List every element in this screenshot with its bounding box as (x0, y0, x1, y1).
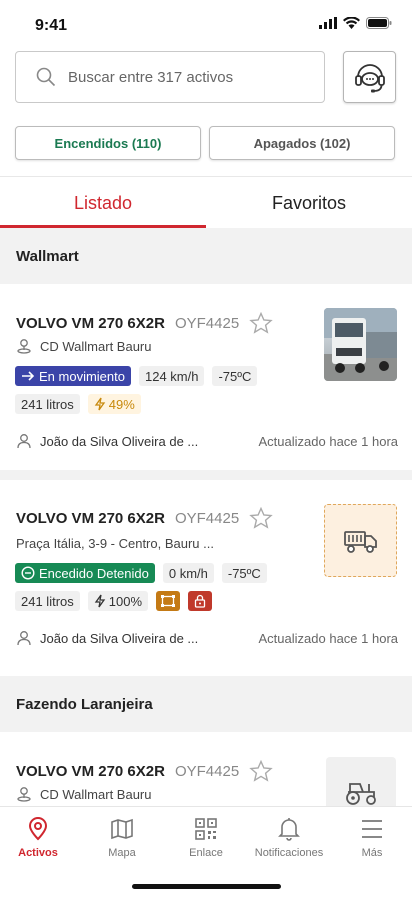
asset-plate: OYF4425 (174, 762, 240, 780)
nav-label: Enlace (189, 847, 223, 859)
location-pin-icon (28, 817, 48, 841)
status-icons (319, 17, 392, 29)
asset-title: VOLVO VM 270 6X2R (16, 509, 165, 527)
group-header: Wallmart (0, 228, 412, 284)
headset-support-icon (354, 64, 385, 93)
battery-level: 49% (108, 396, 135, 412)
star-icon[interactable] (249, 507, 273, 529)
search-icon (36, 67, 56, 87)
nav-item-activos[interactable]: Activos (0, 817, 79, 859)
lightning-icon (94, 594, 106, 608)
card-separator (0, 470, 412, 480)
arrow-right-icon (22, 371, 35, 381)
updated-time: Actualizado hace 1 hora (258, 433, 398, 449)
stop-circle-icon (21, 566, 35, 580)
asset-plate: OYF4425 (174, 509, 240, 527)
asset-card[interactable]: VOLVO VM 270 6X2R OYF4425 CD Wallmart Ba… (0, 284, 412, 470)
support-button[interactable] (343, 51, 396, 103)
filter-on-button[interactable]: Encendidos (110) (15, 126, 201, 160)
asset-card[interactable]: VOLVO VM 270 6X2R OYF4425 CD Wallmart Ba… (0, 732, 412, 806)
group-header: Fazendo Laranjeira (0, 676, 412, 732)
battery-icon (366, 17, 392, 29)
asset-title: VOLVO VM 270 6X2R (16, 314, 165, 332)
star-icon[interactable] (249, 312, 273, 334)
updated-time: Actualizado hace 1 hora (258, 630, 398, 646)
tab-favorites[interactable]: Favoritos (206, 177, 412, 229)
bell-icon (278, 818, 300, 841)
search-placeholder: Buscar entre 317 activos (68, 68, 234, 86)
lock-icon (194, 594, 206, 608)
status-label: Encedido Detenido (39, 565, 149, 581)
menu-icon (362, 820, 382, 838)
star-icon[interactable] (249, 760, 273, 782)
lock-badge (188, 591, 212, 611)
nav-label: Activos (18, 847, 58, 859)
location-pin-icon (17, 339, 31, 354)
nav-label: Notificaciones (254, 847, 324, 859)
battery-badge: 49% (87, 394, 141, 414)
asset-card[interactable]: VOLVO VM 270 6X2R OYF4425 Praça Itália, … (0, 480, 412, 676)
tractor-placeholder (326, 757, 396, 806)
temperature-badge: -75ºC (212, 366, 258, 386)
status-badge: En movimiento (15, 366, 131, 386)
truck-photo-image (324, 308, 397, 381)
temperature-badge: -75ºC (221, 563, 267, 583)
lightning-icon (94, 397, 106, 411)
geofence-badge (156, 591, 180, 611)
status-bar: 9:41 (0, 0, 412, 48)
truck-icon (343, 530, 377, 553)
battery-badge: 100% (87, 591, 148, 611)
status-badge: Encedido Detenido (15, 563, 155, 583)
speed-badge: 0 km/h (162, 563, 214, 583)
asset-title: VOLVO VM 270 6X2R (16, 762, 165, 780)
truck-placeholder (324, 504, 397, 577)
geofence-icon (161, 595, 175, 607)
wifi-icon (343, 17, 360, 29)
battery-level: 100% (108, 593, 142, 609)
status-label: En movimiento (39, 368, 125, 384)
filter-off-button[interactable]: Apagados (102) (209, 126, 395, 160)
user-icon (17, 631, 31, 646)
map-icon (111, 818, 133, 840)
asset-location: CD Wallmart Bauru (40, 338, 152, 354)
nav-item-mapa[interactable]: Mapa (81, 817, 163, 859)
search-input[interactable]: Buscar entre 317 activos (15, 51, 325, 103)
home-indicator[interactable] (132, 884, 281, 889)
nav-item-enlace[interactable]: Enlace (165, 817, 247, 859)
nav-item-mas[interactable]: Más (331, 817, 412, 859)
truck-photo (324, 308, 397, 381)
driver-name: João da Silva Oliveira de ... (40, 630, 199, 646)
nav-item-notificaciones[interactable]: Notificaciones (248, 817, 330, 859)
location-pin-icon (17, 787, 31, 802)
driver-name: João da Silva Oliveira de ... (40, 433, 199, 449)
signal-icon (319, 17, 337, 29)
asset-location: Praça Itália, 3-9 - Centro, Bauru ... (16, 536, 214, 551)
nav-label: Mapa (108, 847, 136, 859)
tractor-icon (346, 783, 376, 805)
asset-plate: OYF4425 (174, 314, 240, 332)
tab-list[interactable]: Listado (0, 177, 206, 229)
nav-label: Más (361, 847, 383, 859)
tab-bar: Listado Favoritos (0, 176, 412, 229)
asset-location: CD Wallmart Bauru (40, 786, 152, 802)
user-icon (17, 434, 31, 449)
fuel-badge: 241 litros (15, 394, 80, 414)
status-time: 9:41 (35, 17, 68, 34)
qr-code-icon (195, 818, 217, 840)
fuel-badge: 241 litros (15, 591, 80, 611)
speed-badge: 124 km/h (138, 366, 205, 386)
